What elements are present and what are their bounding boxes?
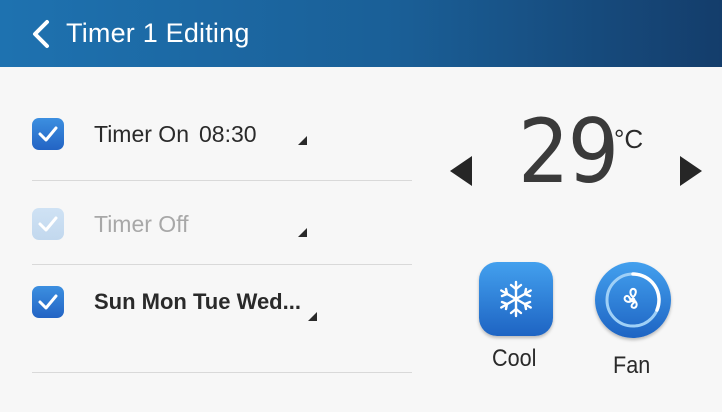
temp-decrease-arrow-icon[interactable]: [450, 156, 472, 186]
timer-on-row[interactable]: Timer On 08:30: [32, 104, 412, 164]
divider: [32, 180, 412, 181]
cool-mode-label: Cool: [492, 345, 537, 372]
repeat-days-label[interactable]: Sun Mon Tue Wed...: [94, 289, 301, 315]
header-bar: Timer 1 Editing: [0, 0, 722, 67]
fan-icon: [605, 272, 661, 328]
dropdown-caret-icon[interactable]: [308, 312, 317, 321]
temperature-control: 29 °C: [450, 108, 710, 222]
cool-mode-button[interactable]: [479, 262, 553, 336]
temperature-value: 29: [518, 100, 619, 203]
timer-on-label: Timer On: [94, 120, 189, 147]
timer-on-time[interactable]: 08:30: [199, 121, 257, 148]
temp-increase-arrow-icon[interactable]: [680, 156, 702, 186]
divider: [32, 372, 412, 373]
dropdown-caret-icon[interactable]: [298, 228, 307, 237]
repeat-days-checkbox[interactable]: [32, 286, 64, 318]
page-title: Timer 1 Editing: [66, 18, 250, 48]
temperature-unit: °C: [614, 124, 644, 154]
repeat-days-row[interactable]: Sun Mon Tue Wed...: [32, 272, 412, 332]
check-icon: [38, 126, 58, 142]
dropdown-caret-icon[interactable]: [298, 136, 307, 145]
chevron-left-icon: [33, 19, 49, 48]
timer-on-checkbox[interactable]: [32, 118, 64, 150]
timer-off-row[interactable]: Timer Off: [32, 194, 412, 254]
timer-off-checkbox[interactable]: [32, 208, 64, 240]
divider: [32, 264, 412, 265]
snowflake-icon: [500, 280, 532, 318]
fan-mode-button[interactable]: [595, 262, 671, 338]
check-icon: [38, 216, 58, 232]
back-button[interactable]: [10, 0, 72, 67]
check-icon: [38, 294, 58, 310]
timer-off-label: Timer Off: [94, 210, 189, 237]
fan-mode-label: Fan: [613, 352, 651, 379]
